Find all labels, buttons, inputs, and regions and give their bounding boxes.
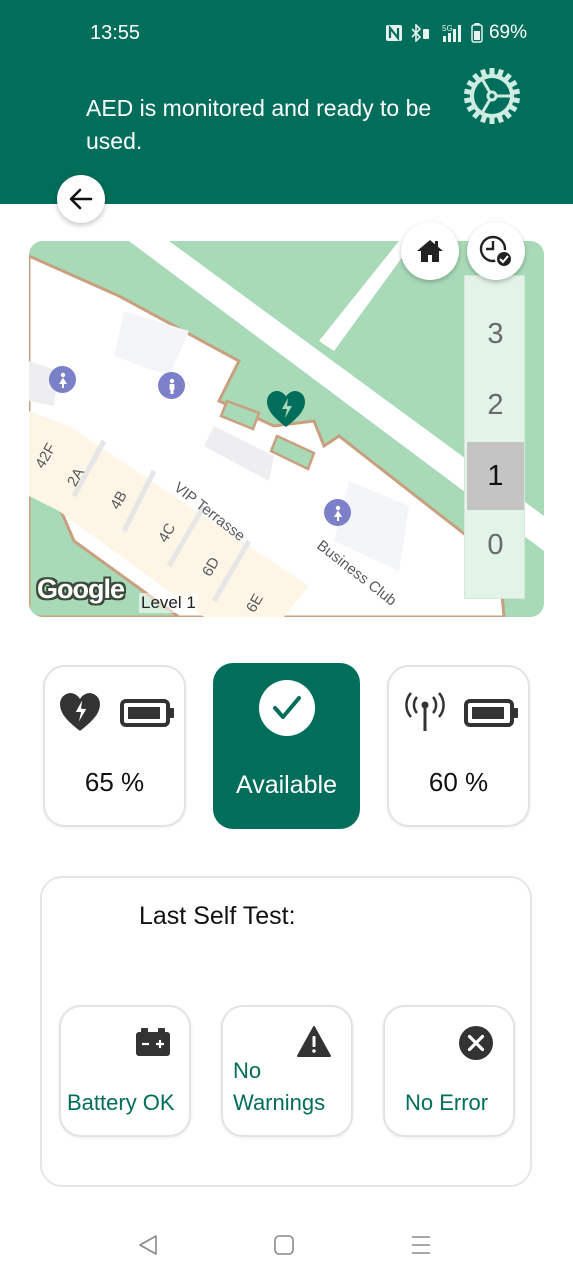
check-circle-icon	[259, 680, 315, 736]
nfc-icon	[385, 24, 403, 42]
self-test-warnings-label-line1: No	[233, 1058, 262, 1083]
floor-button-1[interactable]: 1	[467, 442, 524, 510]
aed-battery-card: 65 %	[43, 665, 186, 827]
self-test-errors: No Error	[383, 1005, 515, 1137]
system-nav-bar	[0, 1210, 573, 1280]
google-logo: Google	[37, 574, 125, 604]
warning-triangle-icon	[297, 1026, 331, 1057]
triangle-back-icon	[139, 1235, 157, 1255]
settings-button[interactable]	[462, 66, 522, 126]
heart-lightning-icon	[267, 391, 305, 427]
svg-text:5G: 5G	[442, 24, 453, 33]
battery-percent: 69%	[488, 22, 527, 43]
square-home-icon	[274, 1235, 294, 1255]
nav-home-button[interactable]	[269, 1230, 299, 1260]
self-test-title: Last Self Test:	[139, 902, 296, 930]
status-icons: 5G 69%	[385, 22, 527, 44]
self-test-battery: Battery OK	[59, 1005, 191, 1137]
car-battery-icon	[136, 1028, 170, 1056]
self-test-warnings-label-line2: Warnings	[233, 1090, 326, 1115]
availability-card[interactable]: Available	[213, 663, 360, 829]
floor-picker[interactable]: 3 2 1 0	[464, 275, 525, 599]
bluetooth-icon	[409, 24, 431, 42]
arrow-left-icon	[69, 188, 93, 210]
connectivity-battery-value: 60 %	[428, 767, 489, 797]
battery-icon	[120, 699, 174, 727]
self-test-battery-label: Battery OK	[67, 1090, 175, 1115]
status-time: 13:55	[90, 22, 141, 44]
restroom-female-icon[interactable]	[49, 366, 76, 393]
floor-button-3[interactable]: 3	[467, 300, 524, 368]
restroom-male-icon[interactable]	[158, 372, 185, 399]
home-button[interactable]	[401, 222, 459, 280]
antenna-signal-icon	[405, 692, 445, 731]
battery-icon	[464, 699, 518, 727]
status-bar: 13:55 5G 69%	[0, 0, 573, 66]
heart-lightning-icon	[60, 693, 100, 731]
status-message: AED is monitored and ready to be used.	[86, 95, 432, 154]
self-test-warnings: No Warnings	[221, 1005, 353, 1137]
back-button[interactable]	[57, 175, 105, 223]
menu-lines-icon	[412, 1236, 430, 1254]
5g-signal-icon: 5G	[437, 23, 465, 43]
aed-battery-value: 65 %	[84, 767, 145, 797]
indoor-map[interactable]: 42F 2A 4B 4C 6D 6E VIP Terrasse Business…	[29, 241, 544, 617]
floor-button-2[interactable]: 2	[467, 371, 524, 439]
home-icon	[417, 240, 443, 262]
level-label: Level 1	[139, 593, 198, 613]
gear-icon	[463, 68, 521, 124]
app-header: 13:55 5G 69% AED is monitored and ready …	[0, 0, 573, 204]
restroom-female-icon[interactable]	[324, 499, 351, 526]
aed-location-marker[interactable]	[265, 389, 307, 429]
nav-back-button[interactable]	[133, 1230, 163, 1260]
clock-check-icon	[479, 235, 513, 268]
floor-button-0[interactable]: 0	[467, 511, 524, 579]
availability-label: Available	[235, 771, 337, 799]
history-button[interactable]	[467, 222, 525, 280]
self-test-panel: Last Self Test: Battery OK No Warnings N…	[40, 876, 532, 1187]
self-test-errors-label: No Error	[405, 1090, 489, 1115]
x-circle-icon	[459, 1026, 493, 1060]
nav-recents-button[interactable]	[406, 1230, 436, 1260]
battery-icon	[471, 23, 483, 43]
connectivity-battery-card: 60 %	[387, 665, 530, 827]
